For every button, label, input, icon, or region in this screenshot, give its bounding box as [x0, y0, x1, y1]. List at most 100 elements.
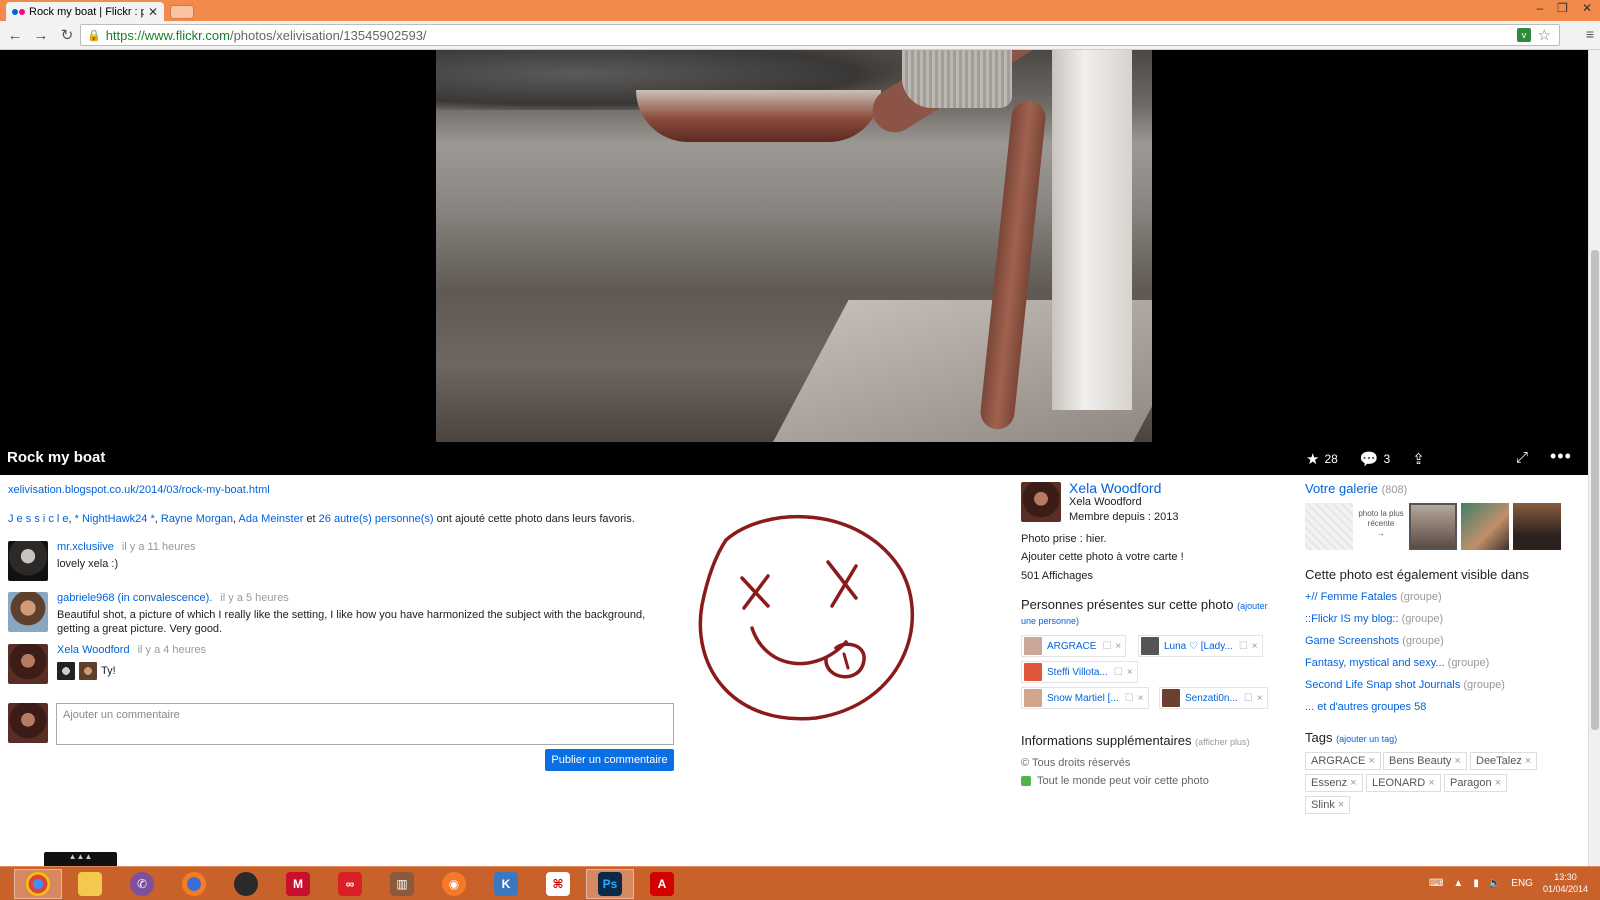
tray-expand-icon[interactable]: ▲: [1453, 878, 1463, 889]
gallery-thumb[interactable]: [1513, 503, 1561, 550]
gallery-count: (808): [1381, 484, 1408, 496]
gallery-thumb[interactable]: [1461, 503, 1509, 550]
mini-avatar[interactable]: [79, 662, 97, 680]
add-tag-link[interactable]: (ajouter un tag): [1336, 734, 1397, 744]
add-to-map-link[interactable]: Ajouter cette photo à votre carte !: [1021, 551, 1184, 563]
taskbar-photoshop[interactable]: Ps: [586, 869, 634, 899]
remove-person-icon[interactable]: ×: [1252, 641, 1258, 652]
person-chip[interactable]: Luna ♡ [Lady... ☐ ×: [1138, 635, 1263, 657]
taskbar-firefox[interactable]: [170, 869, 218, 899]
signal-icon[interactable]: ▮: [1473, 878, 1479, 889]
comment-author-link[interactable]: mr.xclusiive: [57, 541, 114, 553]
tag-chip[interactable]: ARGRACE ×: [1305, 752, 1381, 770]
expand-fullscreen-icon[interactable]: ⤢: [1516, 449, 1528, 466]
taskbar-creative-cloud[interactable]: ∞: [326, 869, 374, 899]
share-icon[interactable]: ⇪: [1412, 450, 1425, 468]
scroll-thumb[interactable]: [1591, 250, 1599, 730]
bookmark-star-icon[interactable]: ☆: [1538, 26, 1551, 44]
favorite-star-icon[interactable]: ★: [1306, 450, 1319, 468]
taskbar-explorer[interactable]: [66, 869, 114, 899]
taskbar-preview-tab[interactable]: ▲▲▲: [44, 852, 117, 866]
remove-tag-icon[interactable]: ×: [1338, 799, 1344, 811]
remove-tag-icon[interactable]: ×: [1454, 755, 1460, 767]
close-tab-icon[interactable]: ✕: [148, 5, 158, 19]
remove-tag-icon[interactable]: ×: [1368, 755, 1374, 767]
gallery-link[interactable]: Votre galerie: [1305, 481, 1378, 496]
taskbar-viber[interactable]: ✆: [118, 869, 166, 899]
taskbar-mcafee[interactable]: M: [274, 869, 322, 899]
comment-bubble-icon[interactable]: 💬: [1360, 450, 1379, 468]
more-groups-link[interactable]: ... et d'autres groupes 58: [1305, 701, 1426, 713]
mini-avatar[interactable]: [57, 662, 75, 680]
taskbar-adobe-reader[interactable]: A: [638, 869, 686, 899]
add-person-link[interactable]: (ajouter: [1237, 601, 1268, 611]
comment-author-link[interactable]: Xela Woodford: [57, 644, 130, 656]
fav-user-link[interactable]: J e s s i c l e: [8, 513, 69, 525]
remove-tag-icon[interactable]: ×: [1525, 755, 1531, 767]
more-options-icon[interactable]: •••: [1550, 446, 1572, 467]
photo-stats: ★ 28 💬 3 ⇪: [1306, 450, 1430, 468]
remove-tag-icon[interactable]: ×: [1495, 777, 1501, 789]
remove-person-icon[interactable]: ×: [1257, 693, 1263, 704]
avatar[interactable]: [8, 644, 48, 684]
forward-icon[interactable]: →: [30, 27, 52, 44]
new-tab-button[interactable]: [170, 5, 194, 19]
browser-tab[interactable]: Rock my boat | Flickr : par ✕: [6, 2, 164, 21]
back-icon[interactable]: ←: [4, 27, 26, 44]
tag-chip[interactable]: Bens Beauty ×: [1383, 752, 1467, 770]
person-chip[interactable]: ARGRACE ☐ ×: [1021, 635, 1127, 657]
person-chip[interactable]: Steffi Villota... ☐ ×: [1021, 661, 1138, 683]
public-visibility-icon: [1021, 776, 1031, 787]
remove-tag-icon[interactable]: ×: [1428, 777, 1434, 789]
fav-user-link[interactable]: Ada Meinster: [239, 513, 304, 525]
gallery-thumb[interactable]: [1409, 503, 1457, 550]
person-chip[interactable]: Senzati0n... ☐ ×: [1159, 687, 1268, 709]
remove-person-icon[interactable]: ×: [1138, 693, 1144, 704]
remove-person-icon[interactable]: ×: [1115, 641, 1121, 652]
owner-avatar[interactable]: [1021, 482, 1061, 522]
avatar[interactable]: [8, 592, 48, 632]
taskbar-kompozer[interactable]: K: [482, 869, 530, 899]
avatar[interactable]: [8, 541, 48, 581]
page-scrollbar[interactable]: [1588, 50, 1600, 866]
language-indicator[interactable]: ENG: [1511, 878, 1533, 889]
main-photo[interactable]: [436, 50, 1152, 442]
taskbar-library[interactable]: ▥: [378, 869, 426, 899]
adobe-reader-icon: A: [650, 872, 674, 896]
person-chip[interactable]: Snow Martiel [... ☐ ×: [1021, 687, 1149, 709]
favorites-count: 28: [1324, 452, 1338, 466]
add-person-link[interactable]: une personne): [1021, 616, 1079, 626]
taskbar-acrobat[interactable]: ⌘: [534, 869, 582, 899]
remove-tag-icon[interactable]: ×: [1350, 777, 1356, 789]
gallery-heading: Votre galerie (808): [1305, 481, 1407, 496]
fav-user-link[interactable]: Rayne Morgan: [161, 513, 233, 525]
remove-person-icon[interactable]: ×: [1127, 667, 1133, 678]
fav-others-link[interactable]: 26 autre(s) personne(s): [319, 513, 434, 525]
address-bar[interactable]: 🔒 https://www.flickr.com/photos/xelivisa…: [80, 24, 1560, 46]
volume-icon[interactable]: 🔈: [1489, 878, 1501, 889]
keyboard-icon[interactable]: ⌨: [1429, 878, 1443, 889]
description-blog-link[interactable]: xelivisation.blogspot.co.uk/2014/03/rock…: [8, 484, 270, 496]
minimize-icon[interactable]: –: [1536, 1, 1543, 15]
taskbar-chrome[interactable]: [14, 869, 62, 899]
comment-author-link[interactable]: gabriele968 (in convalescence).: [57, 592, 212, 604]
reload-icon[interactable]: ↻: [56, 26, 78, 44]
tag-chip[interactable]: Paragon ×: [1444, 774, 1508, 792]
show-more-link[interactable]: (afficher plus): [1195, 737, 1249, 747]
restore-icon[interactable]: ❐: [1557, 1, 1568, 15]
fav-user-link[interactable]: * NightHawk24 *: [75, 513, 155, 525]
tag-chip[interactable]: Slink ×: [1305, 796, 1351, 814]
most-recent-photo-link[interactable]: photo la plus récente →: [1357, 503, 1405, 550]
tag-chip[interactable]: LEONARD ×: [1366, 774, 1441, 792]
taskbar-blender[interactable]: ◉: [430, 869, 478, 899]
close-window-icon[interactable]: ✕: [1582, 1, 1592, 15]
menu-icon[interactable]: ≡: [1586, 26, 1594, 42]
comment-input[interactable]: Ajouter un commentaire: [56, 703, 674, 745]
clock[interactable]: 13:30 01/04/2014: [1543, 871, 1588, 895]
extension-icon[interactable]: v: [1517, 28, 1531, 42]
taskbar-recorder[interactable]: [222, 869, 270, 899]
tag-chip[interactable]: DeeTalez ×: [1470, 752, 1538, 770]
tag-chip[interactable]: Essenz ×: [1305, 774, 1363, 792]
publish-comment-button[interactable]: Publier un commentaire: [545, 749, 674, 771]
owner-name-link[interactable]: Xela Woodford: [1069, 480, 1161, 496]
